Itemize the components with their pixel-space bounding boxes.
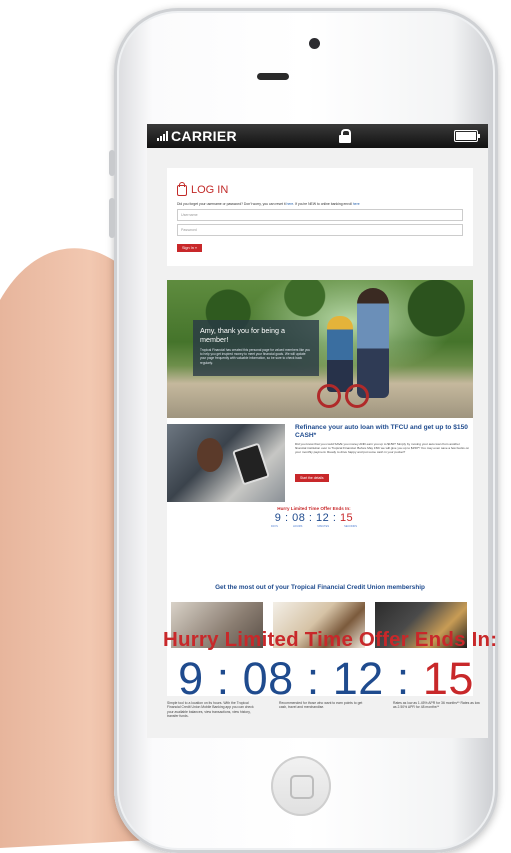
front-camera-icon [309, 38, 320, 49]
signal-strength-icon [157, 131, 168, 141]
mute-switch [109, 150, 115, 176]
login-section: LOG IN Did you forget your username or p… [167, 168, 473, 266]
carrier-name: CARRIER [171, 128, 237, 144]
countdown-days: 9 [178, 653, 204, 704]
bottom-column-2: Recommended for those who want to earn p… [279, 701, 363, 710]
countdown-hours: 08 [242, 653, 294, 704]
refinance-section: Refinance your auto loan with TFCU and g… [167, 418, 473, 576]
sign-in-button[interactable]: Sign In » [177, 244, 202, 252]
refinance-button[interactable]: Start the details [295, 474, 329, 482]
refinance-title: Refinance your auto loan with TFCU and g… [295, 424, 468, 439]
bottom-column-1: Simple tool to a location on its hours. … [167, 701, 254, 719]
hero-photo-child [327, 316, 353, 392]
mini-countdown-heading: Hurry Limited Time Offer Ends In: [277, 506, 351, 511]
refinance-photo [167, 424, 285, 502]
mini-countdown: Hurry Limited Time Offer Ends In: 9 : 08… [259, 506, 369, 528]
bike-wheel [317, 384, 341, 408]
hero-message-card: Amy, thank you for being a member! Tropi… [193, 320, 319, 376]
hero-body: Tropical Financial has created this pers… [200, 348, 311, 365]
battery-icon [453, 130, 480, 142]
countdown-seconds: 15 [422, 653, 474, 704]
lock-icon [339, 129, 352, 143]
membership-heading: Get the most out of your Tropical Financ… [215, 584, 425, 591]
volume-up-button [109, 198, 115, 238]
bottom-column-3: Rates as low as 1.45% APR for 36 months*… [393, 701, 480, 710]
username-input[interactable]: Username [177, 209, 463, 221]
countdown-overlay: Hurry Limited Time Offer Ends In: 9 : 08… [163, 628, 498, 705]
mini-countdown-units: DAYS HOURS MINUTES SECONDS [271, 525, 357, 528]
login-help-text: Did you forget your username or password… [177, 202, 360, 206]
carrier: CARRIER [157, 128, 237, 144]
countdown-minutes: 12 [332, 653, 384, 704]
refinance-body: Did you know that you could SAVE you mon… [295, 442, 470, 454]
countdown-digits: 9 : 08 : 12 : 15 [178, 653, 474, 704]
bike-wheel [345, 384, 369, 408]
hero-banner: Amy, thank you for being a member! Tropi… [167, 280, 473, 418]
enroll-link[interactable]: here [353, 202, 360, 206]
status-bar: CARRIER [147, 124, 488, 148]
password-input[interactable]: Password [177, 224, 463, 236]
earpiece-speaker [257, 73, 289, 80]
login-heading: LOG IN [177, 181, 463, 196]
home-button[interactable] [271, 756, 331, 816]
web-page: LOG IN Did you forget your username or p… [167, 168, 473, 696]
hero-heading: Amy, thank you for being a member! [200, 326, 285, 344]
login-title-text: LOG IN [191, 184, 229, 196]
hero-photo-parent [357, 288, 389, 398]
mini-countdown-digits: 9 : 08 : 12 : 15 [274, 512, 354, 524]
padlock-icon [177, 181, 187, 196]
countdown-headline: Hurry Limited Time Offer Ends In: [163, 628, 498, 651]
